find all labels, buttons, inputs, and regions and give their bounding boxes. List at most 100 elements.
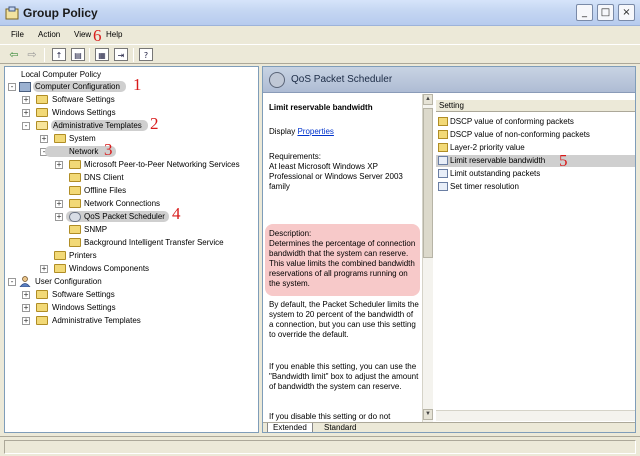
tree-label: Local Computer Policy [21, 70, 102, 79]
display-line: Display Properties [269, 127, 334, 136]
tree-label: Windows Settings [52, 108, 116, 117]
tree-label: Printers [69, 251, 97, 260]
help-icon[interactable]: ? [139, 48, 153, 61]
folder-icon [69, 160, 81, 169]
toolbar-separator [133, 48, 134, 62]
collapse-toggle[interactable]: - [8, 278, 16, 286]
policy-setting-icon [438, 156, 448, 165]
tree-label: Computer Configuration [33, 81, 126, 92]
expand-toggle[interactable]: + [22, 317, 30, 325]
setting-label: DSCP value of non-conforming packets [450, 130, 590, 139]
properties-icon[interactable]: ▦ [95, 48, 109, 61]
folder-icon [69, 238, 81, 247]
description-scrollbar[interactable]: ▲ ▼ [422, 94, 433, 424]
annotation-number: 1 [133, 75, 142, 94]
setting-row[interactable]: DSCP value of non-conforming packets [436, 129, 635, 141]
folder-icon [54, 251, 66, 260]
tree-label: Windows Components [69, 264, 150, 273]
properties-link[interactable]: Properties [297, 127, 333, 136]
description-paragraph: By default, the Packet Scheduler limits … [269, 300, 419, 339]
folder-open-icon [36, 121, 48, 130]
setting-label: Set timer resolution [450, 182, 519, 191]
toolbar-separator [44, 48, 45, 62]
qos-icon [269, 72, 285, 88]
tree-label: Network Connections [84, 199, 161, 208]
annotation-number: 4 [172, 204, 181, 223]
settings-horizontal-scrollbar[interactable] [436, 410, 635, 421]
description-paragraph: If you enable this setting, you can use … [269, 362, 419, 391]
menu-file[interactable]: File [11, 30, 24, 39]
status-pane [4, 440, 636, 454]
tree-label: SNMP [84, 225, 108, 234]
menu-action[interactable]: Action [38, 30, 60, 39]
group-policy-icon [5, 6, 19, 20]
forward-icon[interactable]: ⇨ [25, 48, 39, 61]
expand-toggle[interactable]: + [22, 304, 30, 312]
tab-extended[interactable]: Extended [267, 423, 313, 432]
folder-icon [54, 264, 66, 273]
up-folder-icon[interactable]: ↑ [52, 48, 66, 61]
collapse-toggle[interactable]: - [8, 83, 16, 91]
folder-icon [36, 303, 48, 312]
scroll-down-icon[interactable]: ▼ [423, 409, 433, 420]
setting-column-header[interactable]: Setting [436, 100, 635, 112]
policy-title: Limit reservable bandwidth [269, 103, 373, 112]
menu-help[interactable]: Help [106, 30, 122, 39]
setting-row[interactable]: Limit outstanding packets [436, 168, 635, 180]
collapse-toggle[interactable]: - [22, 122, 30, 130]
back-icon[interactable]: ⇦ [7, 48, 21, 61]
tree-label: Administrative Templates [52, 316, 141, 325]
folder-icon [36, 316, 48, 325]
setting-label: Limit reservable bandwidth [450, 156, 546, 165]
title-bar: Group Policy _ □ × [0, 0, 640, 26]
expand-toggle[interactable]: + [22, 109, 30, 117]
close-button[interactable]: × [618, 4, 635, 21]
setting-label: DSCP value of conforming packets [450, 117, 574, 126]
window-title: Group Policy [23, 6, 98, 20]
folder-icon [54, 134, 66, 143]
menu-view[interactable]: View [74, 30, 91, 39]
annotation-number: 6 [93, 26, 102, 45]
qos-icon [69, 212, 81, 222]
pane-header: QoS Packet Scheduler [263, 67, 635, 93]
setting-label: Layer-2 priority value [450, 143, 525, 152]
setting-row[interactable]: Layer-2 priority value [436, 142, 635, 154]
requirements-label: Requirements: [269, 152, 322, 161]
maximize-button[interactable]: □ [597, 4, 614, 21]
expand-toggle[interactable]: + [22, 291, 30, 299]
setting-row[interactable]: Set timer resolution [436, 181, 635, 193]
scrollbar-thumb[interactable] [423, 108, 433, 258]
setting-label: Limit outstanding packets [450, 169, 541, 178]
expand-toggle[interactable]: + [55, 200, 63, 208]
expand-toggle[interactable]: + [55, 213, 63, 221]
expand-toggle[interactable]: + [40, 135, 48, 143]
expand-toggle[interactable]: + [22, 96, 30, 104]
tree-label: Offline Files [84, 186, 127, 195]
minimize-button[interactable]: _ [576, 4, 593, 21]
export-list-icon[interactable]: ⇥ [114, 48, 128, 61]
expand-toggle[interactable]: + [40, 265, 48, 273]
show-hide-tree-icon[interactable]: ▤ [71, 48, 85, 61]
tree-label: Background Intelligent Transfer Service [84, 238, 224, 247]
tab-standard[interactable]: Standard [319, 423, 361, 432]
tree-label: Windows Settings [52, 303, 116, 312]
computer-icon [19, 82, 31, 92]
view-tabs: Extended Standard [263, 422, 635, 432]
setting-row[interactable]: DSCP value of conforming packets [436, 116, 635, 128]
scroll-up-icon[interactable]: ▲ [423, 94, 433, 105]
annotation-number: 5 [559, 151, 568, 170]
folder-icon [69, 225, 81, 234]
folder-icon [36, 108, 48, 117]
console-tree: Local Computer Policy - Computer Configu… [4, 66, 259, 433]
folder-icon [69, 173, 81, 182]
expand-toggle[interactable]: + [55, 161, 63, 169]
tree-label: Software Settings [52, 290, 115, 299]
folder-icon [69, 199, 81, 208]
folder-icon [438, 117, 448, 126]
folder-icon [438, 130, 448, 139]
setting-row-selected[interactable]: Limit reservable bandwidth [436, 155, 635, 167]
display-prefix: Display [269, 127, 298, 136]
folder-icon [69, 186, 81, 195]
user-icon [19, 276, 31, 287]
folder-icon [36, 290, 48, 299]
